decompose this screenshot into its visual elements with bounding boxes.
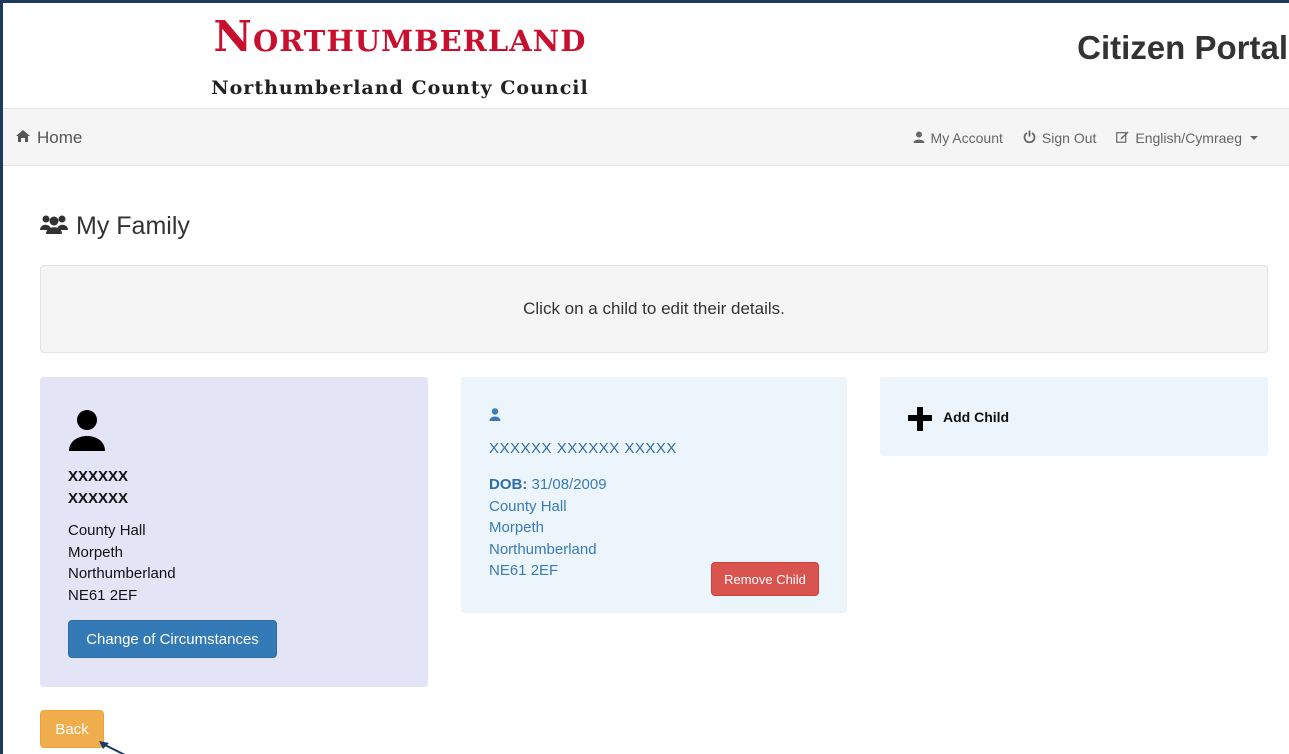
address-line: Morpeth bbox=[68, 543, 124, 561]
users-icon bbox=[40, 212, 68, 241]
parent-address: County Hall Morpeth Northumberland NE61 … bbox=[68, 520, 176, 606]
sign-out-label: Sign Out bbox=[1041, 130, 1097, 146]
address-line: NE61 2EF bbox=[489, 562, 559, 579]
address-line: NE61 2EF bbox=[68, 586, 138, 604]
child-person-icon bbox=[489, 408, 501, 426]
parent-card: XXXXXX XXXXXX County Hall Morpeth Northu… bbox=[40, 377, 428, 687]
remove-child-button[interactable]: Remove Child bbox=[711, 562, 819, 596]
instruction-text: Click on a child to edit their details. bbox=[523, 299, 785, 318]
child-name: XXXXXX XXXXXX XXXXX bbox=[489, 440, 677, 457]
nav-right-menu: My Account Sign Out English/Cymraeg bbox=[913, 130, 1258, 146]
home-icon bbox=[15, 128, 31, 148]
portal-title: Citizen Portal bbox=[1077, 29, 1288, 66]
child-dob: DOB: 31/08/2009 bbox=[489, 474, 607, 496]
back-button[interactable]: Back bbox=[40, 710, 104, 748]
nav-home-label: Home bbox=[37, 128, 83, 147]
address-line: Northumberland bbox=[68, 565, 176, 582]
power-icon bbox=[1023, 130, 1036, 146]
nav-sign-out-link[interactable]: Sign Out bbox=[1023, 130, 1096, 146]
dob-value: 31/08/2009 bbox=[531, 476, 607, 493]
parent-name: XXXXXX XXXXXX bbox=[68, 466, 128, 510]
nav-my-account-link[interactable]: My Account bbox=[913, 130, 1003, 146]
address-line: County Hall bbox=[68, 522, 146, 539]
mouse-pointer-icon bbox=[99, 741, 129, 754]
instruction-panel: Click on a child to edit their details. bbox=[40, 265, 1268, 353]
child-details: DOB: 31/08/2009 County Hall Morpeth Nort… bbox=[489, 474, 607, 582]
person-icon bbox=[68, 409, 106, 456]
chevron-down-icon bbox=[1250, 136, 1258, 140]
edit-icon bbox=[1116, 130, 1129, 146]
nav-home-link[interactable]: Home bbox=[15, 128, 82, 148]
user-icon bbox=[913, 130, 925, 146]
address-line: Morpeth bbox=[489, 519, 545, 536]
top-navbar: Home My Account Sign Out English/Cymraeg bbox=[3, 108, 1289, 166]
dob-label: DOB: bbox=[489, 476, 528, 493]
add-child-card[interactable]: Add Child bbox=[880, 377, 1268, 456]
parent-name-line2: XXXXXX bbox=[68, 490, 129, 507]
child-card[interactable]: XXXXXX XXXXXX XXXXX DOB: 31/08/2009 Coun… bbox=[461, 377, 847, 613]
logo-wordmark: Northumberland bbox=[213, 12, 587, 61]
change-of-circumstances-button[interactable]: Change of Circumstances bbox=[68, 620, 277, 658]
browser-viewport: Northumberland Northumberland County Cou… bbox=[0, 0, 1289, 754]
plus-icon bbox=[908, 407, 932, 436]
address-line: County Hall bbox=[489, 497, 567, 515]
logo-subtitle: Northumberland County Council bbox=[211, 77, 589, 99]
council-logo[interactable]: Northumberland Northumberland County Cou… bbox=[175, 9, 625, 107]
add-child-label: Add Child bbox=[943, 409, 1010, 425]
site-header: Northumberland Northumberland County Cou… bbox=[3, 3, 1289, 107]
language-label: English/Cymraeg bbox=[1135, 130, 1242, 146]
parent-name-line1: XXXXXX bbox=[68, 468, 129, 485]
address-line: Northumberland bbox=[489, 540, 597, 558]
language-dropdown[interactable]: English/Cymraeg bbox=[1116, 130, 1258, 146]
my-account-label: My Account bbox=[930, 130, 1003, 146]
page-title-text: My Family bbox=[76, 212, 190, 240]
page-title: My Family bbox=[40, 212, 190, 241]
